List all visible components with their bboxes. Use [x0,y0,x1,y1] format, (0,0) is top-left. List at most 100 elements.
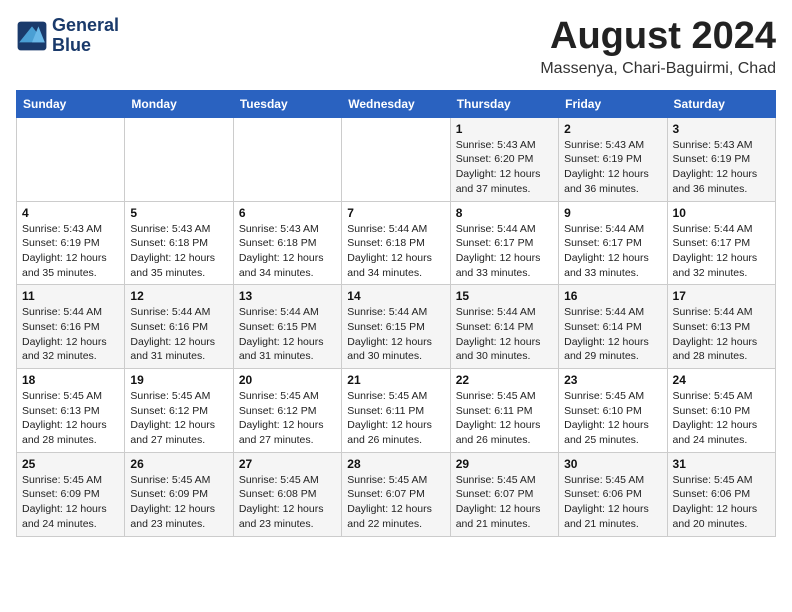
day-cell: 31Sunrise: 5:45 AM Sunset: 6:06 PM Dayli… [667,452,775,536]
day-detail: Sunrise: 5:45 AM Sunset: 6:08 PM Dayligh… [239,473,336,532]
day-number: 25 [22,457,119,471]
day-cell: 29 Sunrise: 5:45 AM Sunset: 6:07 PM Dayli… [450,452,558,536]
day-detail: Sunrise: 5:45 AM Sunset: 6:07 PM Dayligh… [347,473,444,532]
day-detail: Sunrise: 5:43 AM Sunset: 6:19 PM Dayligh… [564,138,661,197]
day-number: 13 [239,289,336,303]
header-cell-sunday: Sunday [17,90,125,117]
day-cell: 14 Sunrise: 5:44 AM Sunset: 6:15 PM Dayli… [342,285,450,369]
day-number: 21 [347,373,444,387]
day-cell [233,117,341,201]
header-cell-saturday: Saturday [667,90,775,117]
day-cell: 26 Sunrise: 5:45 AM Sunset: 6:09 PM Dayli… [125,452,233,536]
day-detail: Sunrise: 5:44 AM Sunset: 6:17 PM Dayligh… [564,222,661,281]
day-detail: Sunrise: 5:45 AM Sunset: 6:11 PM Dayligh… [456,389,553,448]
day-cell: 3 Sunrise: 5:43 AM Sunset: 6:19 PM Daylig… [667,117,775,201]
day-cell: 17 Sunrise: 5:44 AM Sunset: 6:13 PM Dayli… [667,285,775,369]
day-detail: Sunrise: 5:45 AM Sunset: 6:09 PM Dayligh… [22,473,119,532]
day-number: 19 [130,373,227,387]
day-cell: 30 Sunrise: 5:45 AM Sunset: 6:06 PM Dayli… [559,452,667,536]
day-detail: Sunrise: 5:45 AM Sunset: 6:06 PM Dayligh… [564,473,661,532]
day-number: 20 [239,373,336,387]
day-detail: Sunrise: 5:45 AM Sunset: 6:07 PM Dayligh… [456,473,553,532]
day-detail: Sunrise: 5:44 AM Sunset: 6:14 PM Dayligh… [456,305,553,364]
day-cell: 27 Sunrise: 5:45 AM Sunset: 6:08 PM Dayli… [233,452,341,536]
day-detail: Sunrise: 5:44 AM Sunset: 6:13 PM Dayligh… [673,305,770,364]
day-number: 30 [564,457,661,471]
day-cell: 20 Sunrise: 5:45 AM Sunset: 6:12 PM Dayli… [233,369,341,453]
header-cell-thursday: Thursday [450,90,558,117]
week-row-1: 1Sunrise: 5:43 AM Sunset: 6:20 PM Daylig… [17,117,776,201]
calendar-table: SundayMondayTuesdayWednesdayThursdayFrid… [16,90,776,537]
day-detail: Sunrise: 5:44 AM Sunset: 6:17 PM Dayligh… [456,222,553,281]
day-detail: Sunrise: 5:43 AM Sunset: 6:19 PM Dayligh… [673,138,770,197]
day-cell: 18 Sunrise: 5:45 AM Sunset: 6:13 PM Dayli… [17,369,125,453]
day-number: 18 [22,373,119,387]
day-detail: Sunrise: 5:43 AM Sunset: 6:19 PM Dayligh… [22,222,119,281]
day-detail: Sunrise: 5:45 AM Sunset: 6:12 PM Dayligh… [239,389,336,448]
day-cell: 13 Sunrise: 5:44 AM Sunset: 6:15 PM Dayli… [233,285,341,369]
title-area: August 2024 Massenya, Chari-Baguirmi, Ch… [540,16,776,78]
day-cell: 21Sunrise: 5:45 AM Sunset: 6:11 PM Dayli… [342,369,450,453]
day-cell: 19Sunrise: 5:45 AM Sunset: 6:12 PM Dayli… [125,369,233,453]
header-cell-tuesday: Tuesday [233,90,341,117]
day-detail: Sunrise: 5:45 AM Sunset: 6:10 PM Dayligh… [564,389,661,448]
day-cell: 8 Sunrise: 5:44 AM Sunset: 6:17 PM Daylig… [450,201,558,285]
week-row-3: 11Sunrise: 5:44 AM Sunset: 6:16 PM Dayli… [17,285,776,369]
header-cell-wednesday: Wednesday [342,90,450,117]
day-detail: Sunrise: 5:44 AM Sunset: 6:14 PM Dayligh… [564,305,661,364]
day-detail: Sunrise: 5:44 AM Sunset: 6:15 PM Dayligh… [347,305,444,364]
day-cell: 9Sunrise: 5:44 AM Sunset: 6:17 PM Daylig… [559,201,667,285]
day-cell [17,117,125,201]
day-cell: 16 Sunrise: 5:44 AM Sunset: 6:14 PM Dayli… [559,285,667,369]
location-title: Massenya, Chari-Baguirmi, Chad [540,60,776,78]
day-detail: Sunrise: 5:44 AM Sunset: 6:15 PM Dayligh… [239,305,336,364]
day-detail: Sunrise: 5:43 AM Sunset: 6:18 PM Dayligh… [130,222,227,281]
day-number: 29 [456,457,553,471]
day-cell: 10 Sunrise: 5:44 AM Sunset: 6:17 PM Dayli… [667,201,775,285]
day-number: 1 [456,122,553,136]
day-number: 14 [347,289,444,303]
day-number: 27 [239,457,336,471]
day-cell [342,117,450,201]
week-row-2: 4Sunrise: 5:43 AM Sunset: 6:19 PM Daylig… [17,201,776,285]
day-number: 10 [673,206,770,220]
day-cell: 11Sunrise: 5:44 AM Sunset: 6:16 PM Dayli… [17,285,125,369]
day-number: 26 [130,457,227,471]
day-detail: Sunrise: 5:44 AM Sunset: 6:18 PM Dayligh… [347,222,444,281]
day-detail: Sunrise: 5:45 AM Sunset: 6:09 PM Dayligh… [130,473,227,532]
day-cell: 12Sunrise: 5:44 AM Sunset: 6:16 PM Dayli… [125,285,233,369]
day-cell: 25 Sunrise: 5:45 AM Sunset: 6:09 PM Dayli… [17,452,125,536]
header-cell-monday: Monday [125,90,233,117]
day-cell: 7 Sunrise: 5:44 AM Sunset: 6:18 PM Daylig… [342,201,450,285]
day-number: 24 [673,373,770,387]
day-number: 3 [673,122,770,136]
day-number: 12 [130,289,227,303]
week-row-4: 18 Sunrise: 5:45 AM Sunset: 6:13 PM Dayli… [17,369,776,453]
day-cell: 23Sunrise: 5:45 AM Sunset: 6:10 PM Dayli… [559,369,667,453]
day-number: 11 [22,289,119,303]
day-number: 8 [456,206,553,220]
day-cell: 2 Sunrise: 5:43 AM Sunset: 6:19 PM Daylig… [559,117,667,201]
day-cell: 5 Sunrise: 5:43 AM Sunset: 6:18 PM Daylig… [125,201,233,285]
day-cell: 24Sunrise: 5:45 AM Sunset: 6:10 PM Dayli… [667,369,775,453]
day-cell: 28 Sunrise: 5:45 AM Sunset: 6:07 PM Dayli… [342,452,450,536]
day-detail: Sunrise: 5:44 AM Sunset: 6:17 PM Dayligh… [673,222,770,281]
day-number: 5 [130,206,227,220]
day-number: 16 [564,289,661,303]
day-number: 17 [673,289,770,303]
day-number: 31 [673,457,770,471]
day-cell: 1Sunrise: 5:43 AM Sunset: 6:20 PM Daylig… [450,117,558,201]
day-cell: 6Sunrise: 5:43 AM Sunset: 6:18 PM Daylig… [233,201,341,285]
header-cell-friday: Friday [559,90,667,117]
week-row-5: 25 Sunrise: 5:45 AM Sunset: 6:09 PM Dayli… [17,452,776,536]
day-cell: 22 Sunrise: 5:45 AM Sunset: 6:11 PM Dayli… [450,369,558,453]
day-number: 7 [347,206,444,220]
day-detail: Sunrise: 5:45 AM Sunset: 6:13 PM Dayligh… [22,389,119,448]
day-detail: Sunrise: 5:43 AM Sunset: 6:18 PM Dayligh… [239,222,336,281]
day-number: 22 [456,373,553,387]
logo: General Blue [16,16,119,56]
day-cell: 15Sunrise: 5:44 AM Sunset: 6:14 PM Dayli… [450,285,558,369]
day-number: 2 [564,122,661,136]
day-number: 28 [347,457,444,471]
day-cell [125,117,233,201]
